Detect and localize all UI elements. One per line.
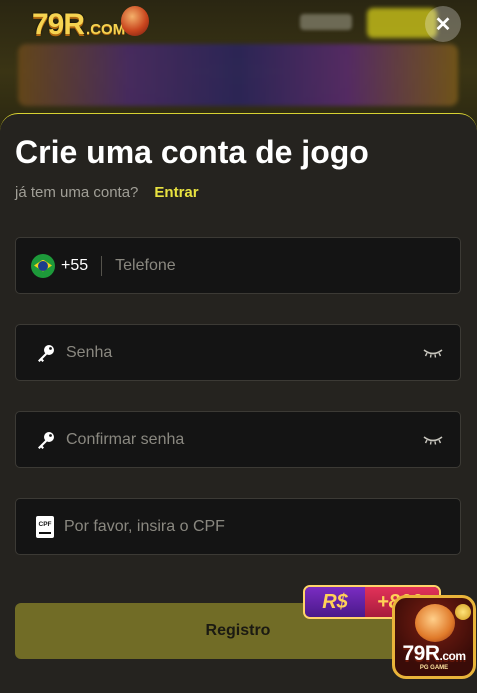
eye-closed-icon[interactable] (423, 347, 443, 359)
app-download-tile[interactable]: 79R.com PG GAME (392, 595, 476, 679)
cpf-input[interactable] (64, 517, 460, 536)
login-prompt: já tem uma conta? Entrar (15, 184, 199, 201)
brazil-flag-icon (31, 253, 55, 278)
phone-input[interactable] (115, 256, 460, 275)
app-brand-suffix: .com (439, 649, 467, 663)
cpf-field[interactable]: CPF (15, 498, 461, 555)
confirm-password-field[interactable] (15, 411, 461, 468)
app-brand-text: 79R (402, 642, 440, 665)
logo-text: 79R (32, 8, 85, 41)
promo-banner (18, 44, 458, 106)
password-input[interactable] (66, 343, 423, 362)
close-button[interactable]: ✕ (425, 6, 461, 42)
key-icon (36, 430, 56, 450)
phone-field[interactable]: +55 (15, 237, 461, 294)
logo-domain: .COM (86, 20, 126, 38)
eye-closed-icon[interactable] (423, 434, 443, 446)
background-header: 79R .COM ✕ (0, 0, 477, 130)
country-code[interactable]: +55 (61, 257, 88, 275)
cpf-icon-label: CPF (38, 520, 52, 528)
app-brand: 79R.com (395, 642, 473, 666)
key-icon (36, 343, 56, 363)
close-icon: ✕ (434, 13, 452, 36)
site-logo: 79R .COM (32, 6, 150, 42)
coin-icon (455, 604, 471, 620)
has-account-text: já tem uma conta? (15, 184, 139, 201)
app-tag: PG GAME (419, 665, 449, 671)
logo-mascot-icon (121, 6, 150, 36)
field-divider (101, 255, 103, 276)
mascot-icon (415, 604, 455, 642)
login-link[interactable]: Entrar (154, 184, 198, 201)
modal-title: Crie uma conta de jogo (15, 134, 369, 170)
confirm-password-input[interactable] (66, 430, 423, 449)
bonus-currency: R$ (305, 587, 365, 617)
blurred-login-link (300, 14, 352, 30)
cpf-document-icon: CPF (36, 515, 54, 538)
password-field[interactable] (15, 324, 461, 381)
